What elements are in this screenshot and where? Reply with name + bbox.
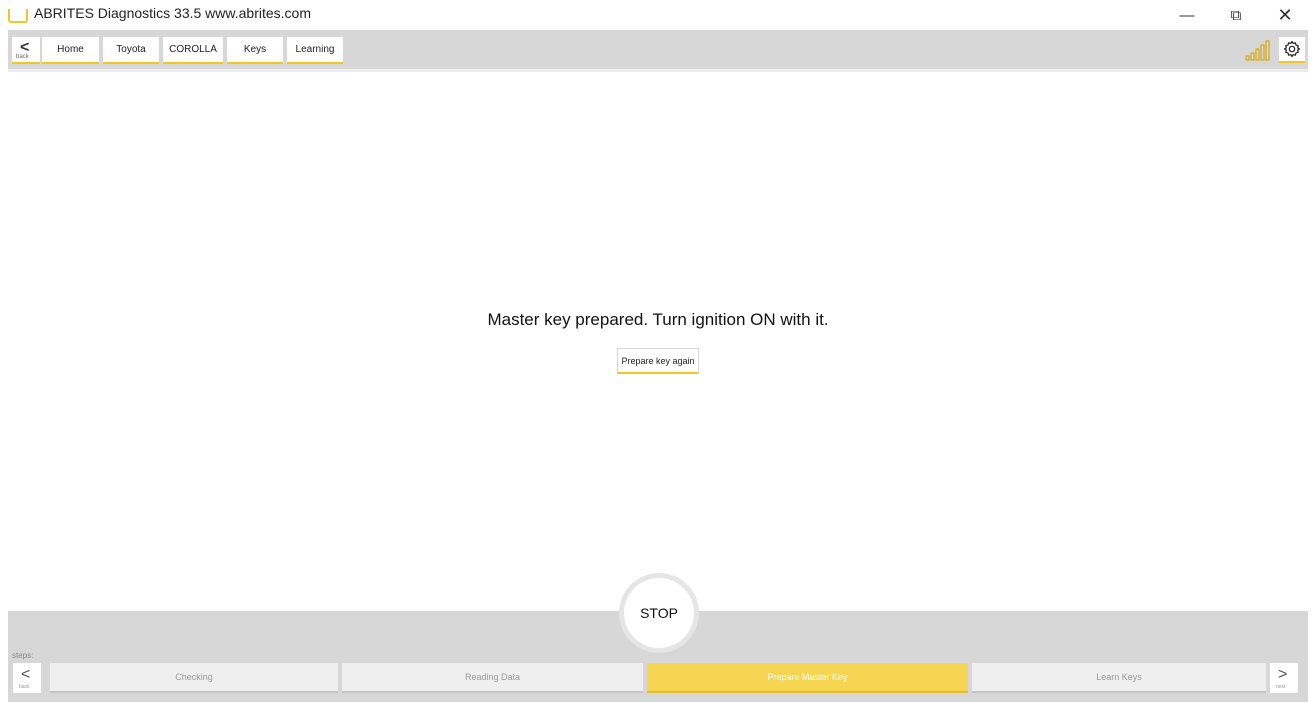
abrites-logo-icon: [8, 9, 28, 23]
step-next-label: next: [1276, 684, 1286, 690]
step-back-label: back: [19, 684, 30, 690]
settings-gear-icon[interactable]: [1279, 37, 1305, 63]
steps-label: steps:: [12, 651, 34, 660]
breadcrumb-toyota[interactable]: Toyota: [103, 37, 159, 64]
divider: [8, 69, 1308, 72]
stop-button[interactable]: STOP: [624, 578, 694, 648]
nav-back-label: back: [16, 54, 29, 60]
minimize-button[interactable]: —: [1164, 2, 1210, 28]
navigation-bar: < back Home Toyota COROLLA Keys Learning: [8, 30, 1308, 69]
signal-bars-icon: [1245, 40, 1270, 61]
step-checking[interactable]: Checking: [50, 663, 338, 693]
step-next-button[interactable]: > next: [1270, 663, 1298, 693]
status-message: Master key prepared. Turn ignition ON wi…: [487, 310, 829, 329]
step-back-button[interactable]: < back: [13, 663, 41, 693]
step-reading-data[interactable]: Reading Data: [342, 663, 643, 693]
chevron-right-icon: >: [1278, 666, 1288, 683]
breadcrumb-home[interactable]: Home: [42, 37, 99, 64]
nav-back-button[interactable]: < back: [12, 37, 40, 64]
window-title: ABRITES Diagnostics 33.5 www.abrites.com: [34, 5, 311, 21]
step-learn-keys[interactable]: Learn Keys: [972, 663, 1266, 693]
chevron-left-icon: <: [21, 666, 31, 683]
restore-button[interactable]: ⧉: [1213, 2, 1259, 28]
breadcrumb-keys[interactable]: Keys: [227, 37, 283, 64]
gear-icon: [1283, 40, 1301, 58]
step-prepare-master-key[interactable]: Prepare Master Key: [647, 663, 968, 693]
prepare-key-again-button[interactable]: Prepare key again: [617, 348, 699, 374]
breadcrumb-corolla[interactable]: COROLLA: [163, 37, 223, 64]
close-button[interactable]: ✕: [1262, 2, 1308, 28]
breadcrumb-learning[interactable]: Learning: [287, 37, 343, 64]
title-bar: ABRITES Diagnostics 33.5 www.abrites.com…: [0, 0, 1316, 30]
